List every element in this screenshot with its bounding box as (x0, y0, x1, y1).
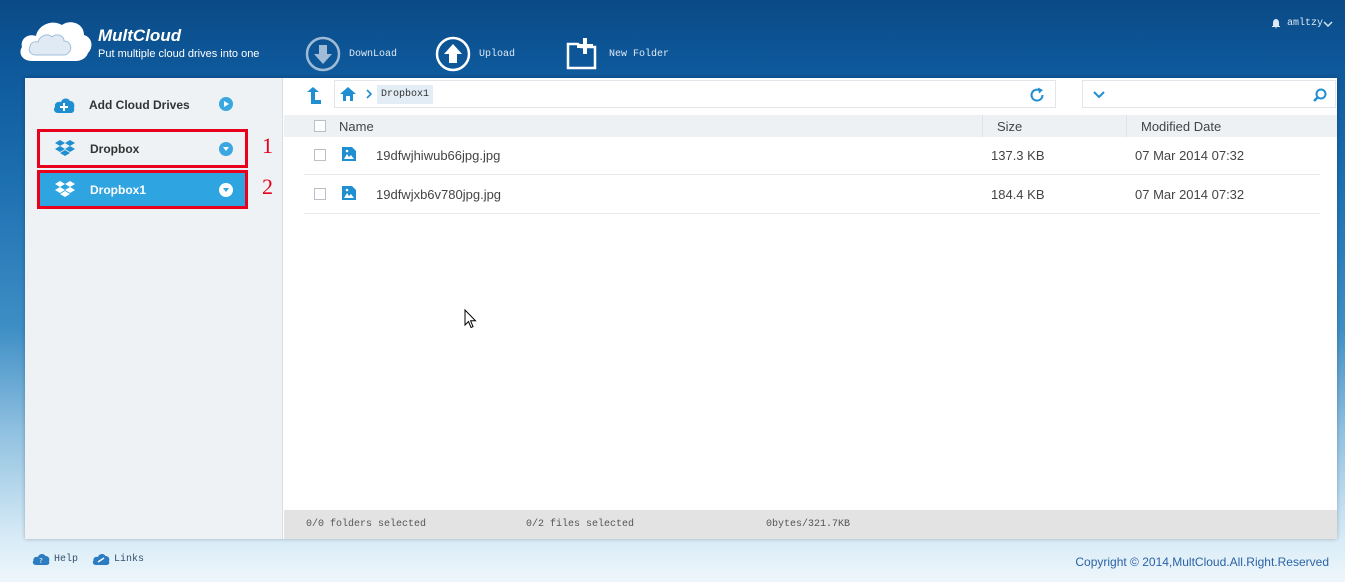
status-files: 0/2 files selected (526, 519, 635, 530)
chevron-down-circle-icon[interactable] (219, 142, 233, 156)
table-header: Name Size Modified Date (284, 115, 1337, 137)
status-bar: 0/0 folders selected 0/2 files selected … (284, 510, 1337, 539)
dropbox-icon (55, 180, 75, 197)
bell-icon (1271, 18, 1280, 28)
help-link[interactable]: ? Help (32, 552, 78, 566)
download-label: DownLoad (349, 48, 398, 60)
upload-icon (435, 36, 471, 72)
search-input[interactable] (1113, 85, 1303, 103)
chevron-down-circle-icon[interactable] (219, 183, 233, 197)
mouse-cursor-icon (464, 309, 477, 329)
sidebar-item-label: Dropbox (90, 141, 140, 156)
copyright-text: Copyright © 2014,MultCloud.All.Right.Res… (1075, 555, 1329, 569)
sidebar: Add Cloud Drives Dropbox 1 Dropbox1 2 (25, 78, 283, 539)
links-link[interactable]: Links (92, 552, 144, 566)
search-icon[interactable] (1313, 88, 1327, 102)
help-label: Help (54, 553, 79, 565)
link-cloud-icon (92, 554, 110, 565)
brand-tagline: Put multiple cloud drives into one (98, 48, 260, 60)
status-bytes: 0bytes/321.7KB (766, 519, 851, 530)
table-row[interactable]: 19dfwjhiwub66jpg.jpg 137.3 KB 07 Mar 201… (304, 136, 1320, 175)
sidebar-item-dropbox1[interactable]: Dropbox1 (37, 170, 248, 209)
dropbox-icon (55, 139, 75, 156)
image-file-icon (342, 147, 356, 161)
brand-name: MultCloud (98, 26, 182, 45)
download-icon (305, 36, 341, 72)
up-level-icon[interactable] (306, 87, 322, 105)
download-button[interactable]: DownLoad (305, 36, 397, 72)
main-panel: Add Cloud Drives Dropbox 1 Dropbox1 2 Dr… (25, 78, 1337, 539)
upload-button[interactable]: Upload (435, 36, 515, 72)
annotation-number: 2 (262, 174, 273, 199)
file-name: 19dfwjxb6v780jpg.jpg (376, 187, 502, 202)
image-file-icon (342, 186, 356, 200)
refresh-icon[interactable] (1029, 87, 1045, 103)
breadcrumb-current[interactable]: Dropbox1 (377, 84, 434, 104)
new-folder-button[interactable]: New Folder (565, 36, 669, 72)
row-checkbox[interactable] (314, 149, 326, 161)
user-menu[interactable]: amltzy (1271, 18, 1333, 29)
chevron-down-icon[interactable] (1093, 91, 1105, 99)
upload-label: Upload (479, 48, 516, 60)
add-cloud-icon (54, 98, 75, 113)
svg-text:?: ? (39, 557, 43, 565)
new-folder-label: New Folder (609, 48, 670, 60)
column-header-date[interactable]: Modified Date (1126, 115, 1235, 137)
select-all-checkbox[interactable] (314, 120, 326, 132)
file-date: 07 Mar 2014 07:32 (1135, 148, 1245, 163)
file-date: 07 Mar 2014 07:32 (1135, 187, 1245, 202)
new-folder-icon (566, 38, 597, 70)
sidebar-item-label: Dropbox1 (90, 182, 147, 197)
file-name: 19dfwjhiwub66jpg.jpg (376, 148, 501, 163)
add-cloud-drives-button[interactable]: Add Cloud Drives (53, 96, 233, 114)
chevron-down-icon (1323, 21, 1333, 27)
add-cloud-drives-label: Add Cloud Drives (89, 98, 190, 112)
search-box (1082, 80, 1336, 108)
links-label: Links (114, 553, 145, 565)
breadcrumb: Dropbox1 (334, 80, 1056, 108)
annotation-number: 1 (262, 133, 273, 158)
play-arrow-icon[interactable] (219, 97, 233, 111)
chevron-right-icon (366, 89, 373, 99)
user-name: amltzy (1286, 18, 1323, 29)
help-cloud-icon: ? (32, 554, 50, 565)
file-size: 184.4 KB (991, 187, 1045, 202)
column-header-size[interactable]: Size (982, 115, 1036, 137)
column-header-name[interactable]: Name (339, 119, 374, 134)
file-size: 137.3 KB (991, 148, 1045, 163)
file-browser: Dropbox1 Name Size Modified Date 19dfwjh… (284, 78, 1337, 539)
sidebar-item-dropbox[interactable]: Dropbox (37, 129, 248, 168)
table-row[interactable]: 19dfwjxb6v780jpg.jpg 184.4 KB 07 Mar 201… (304, 175, 1320, 214)
home-icon[interactable] (339, 86, 357, 102)
multcloud-logo-icon (20, 22, 92, 61)
row-checkbox[interactable] (314, 188, 326, 200)
status-folders: 0/0 folders selected (306, 519, 427, 530)
